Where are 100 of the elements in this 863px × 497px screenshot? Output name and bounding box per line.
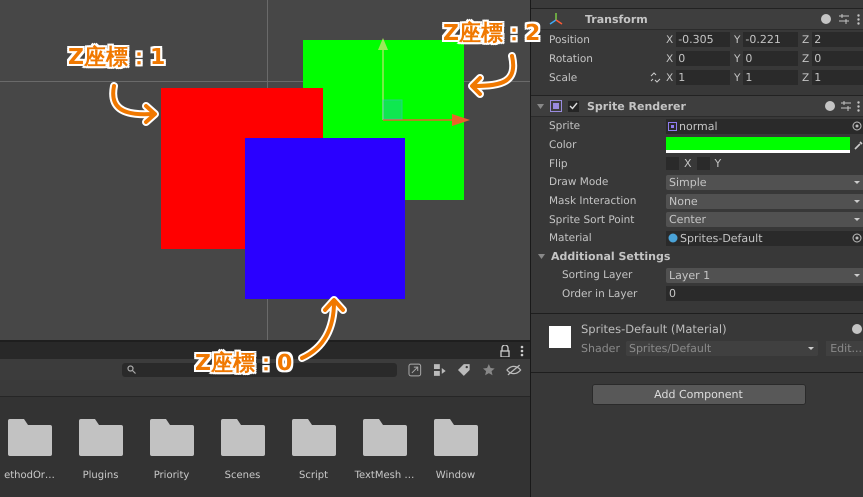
property-label: Draw Mode: [549, 176, 610, 188]
folder-name: TextMesh …: [354, 470, 414, 481]
unlinked-chain-icon[interactable]: [650, 72, 661, 83]
folder-item[interactable]: Plugins: [65, 419, 136, 481]
property-label: Rotation: [549, 52, 594, 64]
axis-label: Z: [802, 34, 810, 46]
folder-item[interactable]: Window: [420, 419, 491, 481]
property-label: Sorting Layer: [561, 269, 634, 282]
axis-label: Z: [802, 52, 810, 64]
folder-name: ethodOr…: [4, 470, 55, 481]
tag-icon[interactable]: [457, 362, 471, 376]
folder-item[interactable]: Script: [278, 419, 349, 481]
color-swatch[interactable]: [666, 137, 850, 154]
checkbox-label: Y: [714, 157, 722, 170]
number-field[interactable]: 0: [743, 51, 798, 66]
hidden-eye-icon[interactable]: [506, 362, 524, 376]
folder-icon: [150, 419, 194, 456]
dropdown[interactable]: Layer 1: [666, 268, 863, 283]
number-field[interactable]: -0.221: [743, 32, 798, 47]
sprite-icon: [668, 122, 677, 131]
axis-label: Y: [734, 34, 740, 46]
kebab-menu-icon[interactable]: [857, 14, 860, 24]
property-label: Material: [549, 232, 593, 244]
folder-icon: [78, 419, 122, 456]
sprite-renderer-icon: [550, 100, 562, 112]
expanded-arrow-icon[interactable]: [538, 253, 545, 260]
number-field[interactable]: 2: [812, 32, 863, 47]
annotation-label: Z座標：0: [195, 350, 292, 378]
folder-name: Window: [436, 470, 476, 481]
object-field[interactable]: Sprites-Default: [666, 230, 863, 246]
curved-arrow: [106, 80, 162, 124]
object-picker-icon[interactable]: [852, 121, 862, 132]
checkbox[interactable]: [568, 100, 579, 112]
number-field[interactable]: 1: [743, 70, 798, 85]
folder-item[interactable]: Scenes: [207, 419, 278, 481]
property-label: Sprite Sort Point: [549, 214, 636, 226]
checkbox-label: X: [684, 157, 692, 170]
help-icon[interactable]: [825, 101, 835, 111]
number-field[interactable]: 1: [812, 70, 863, 85]
filter-type-icon[interactable]: [432, 362, 446, 376]
number-field[interactable]: 0: [812, 51, 863, 66]
component-title: Transform: [585, 12, 649, 26]
property-label: Scale: [549, 72, 578, 84]
add-component-button[interactable]: Add Component: [592, 384, 806, 406]
property-label: Mask Interaction: [549, 195, 638, 208]
folder-icon: [292, 419, 336, 456]
number-field[interactable]: 0: [676, 51, 730, 66]
property-label: Order in Layer: [561, 288, 638, 300]
search-mode-icon[interactable]: [408, 362, 422, 376]
folder-icon: [220, 419, 264, 456]
expanded-arrow-icon[interactable]: [537, 102, 544, 110]
property-label: Flip: [549, 158, 569, 170]
folder-icon: [8, 419, 52, 456]
object-name: Sprites-Default: [680, 232, 764, 245]
folder-item[interactable]: TextMesh …: [349, 419, 420, 481]
property-label: Color: [549, 139, 578, 152]
material-preview: [549, 326, 571, 348]
number-field[interactable]: -0.305: [676, 32, 730, 47]
shader-label: Shader: [581, 342, 620, 356]
dropdown[interactable]: None: [666, 194, 863, 209]
kebab-menu-icon[interactable]: [520, 344, 524, 356]
search-icon: [127, 365, 136, 374]
property-label: Sprite: [549, 120, 582, 132]
axis-label: Z: [802, 72, 810, 84]
folder-item[interactable]: ethodOr…: [0, 419, 65, 481]
folder-name: Script: [298, 470, 328, 481]
folder-icon: [434, 419, 478, 456]
transform-axes-icon: [549, 12, 563, 26]
axis-label: X: [666, 52, 674, 64]
component-title: Sprite Renderer: [587, 100, 687, 112]
dropdown[interactable]: Center: [666, 212, 863, 228]
axis-label: Y: [734, 52, 740, 64]
property-label: Position: [549, 34, 591, 46]
presets-icon[interactable]: [841, 101, 851, 111]
material-title: Sprites-Default (Material): [581, 322, 728, 336]
annotation-label: Z座標：2: [443, 20, 540, 48]
object-picker-icon[interactable]: [852, 233, 862, 244]
axis-label: X: [666, 72, 674, 84]
help-icon[interactable]: [821, 14, 831, 24]
annotation-label: Z座標：1: [68, 44, 166, 72]
lock-icon[interactable]: [500, 344, 510, 356]
folder-name: Scenes: [224, 470, 260, 481]
folder-item[interactable]: Priority: [136, 419, 207, 481]
dropdown[interactable]: Simple: [666, 174, 863, 190]
presets-icon[interactable]: [839, 14, 849, 24]
axis-label: X: [666, 34, 674, 46]
object-field[interactable]: normal: [666, 118, 863, 134]
help-icon[interactable]: [852, 324, 862, 334]
star-icon[interactable]: [482, 362, 496, 376]
material-sphere-icon: [668, 233, 678, 244]
axis-label: Y: [734, 72, 740, 84]
folder-name: Plugins: [82, 470, 118, 481]
section-title[interactable]: Additional Settings: [551, 250, 670, 264]
number-field[interactable]: 1: [676, 70, 730, 85]
eyedropper-icon[interactable]: [854, 140, 863, 150]
number-field[interactable]: 0: [666, 286, 863, 302]
kebab-menu-icon[interactable]: [857, 100, 860, 112]
folder-name: Priority: [154, 470, 190, 481]
object-name: normal: [679, 120, 719, 133]
folder-icon: [362, 419, 406, 456]
